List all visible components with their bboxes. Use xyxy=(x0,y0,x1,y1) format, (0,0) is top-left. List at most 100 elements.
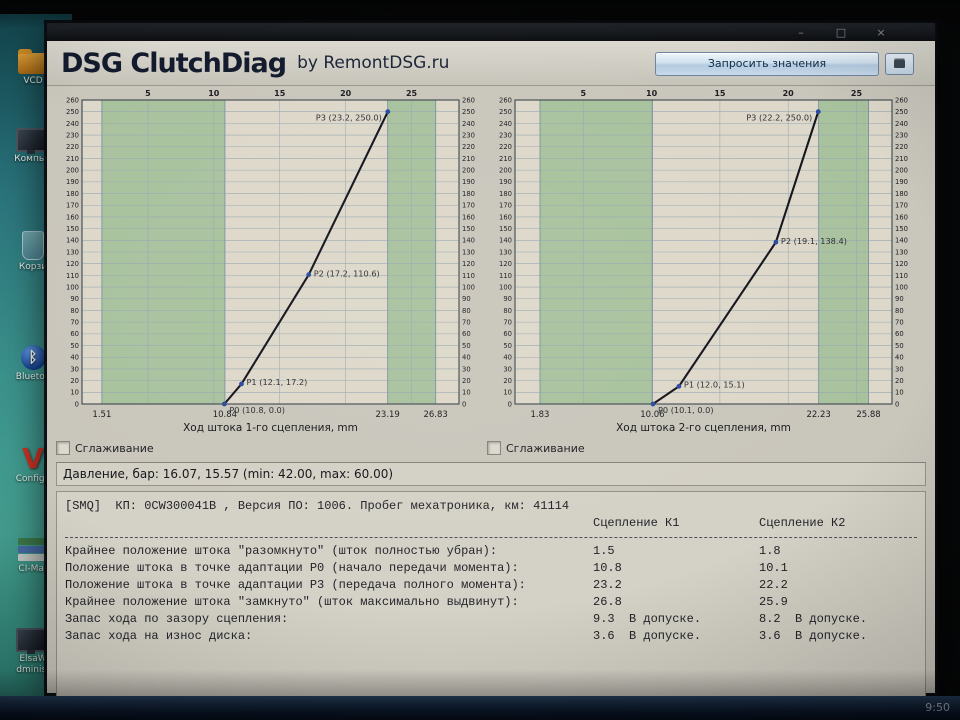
x-axis-title: Ход штока 2-го сцепления, mm xyxy=(616,422,791,434)
close-button[interactable]: × xyxy=(869,26,893,39)
y-axis-tick-label-left: 210 xyxy=(66,155,79,163)
maximize-button[interactable]: □ xyxy=(829,26,853,39)
y-axis-tick-label-left: 120 xyxy=(66,260,79,268)
computer-icon xyxy=(16,628,50,654)
y-axis-tick-label-right: 90 xyxy=(462,295,471,303)
smoothing-label-left: Сглаживание xyxy=(75,441,154,455)
y-axis-tick-label-left: 30 xyxy=(503,365,512,373)
y-axis-tick-label-right: 90 xyxy=(895,295,904,303)
y-axis-tick-label-left: 160 xyxy=(499,213,512,221)
vcds-icon: V xyxy=(22,442,44,475)
y-axis-tick-label-right: 60 xyxy=(895,330,904,338)
y-axis-tick-label-right: 10 xyxy=(462,389,471,397)
x-axis-top-tick-label: 10 xyxy=(646,89,658,98)
y-axis-tick-label-left: 190 xyxy=(66,178,79,186)
y-axis-tick-label-right: 0 xyxy=(895,400,899,408)
y-axis-tick-label-right: 210 xyxy=(462,155,475,163)
y-axis-tick-label-right: 50 xyxy=(895,342,904,350)
data-point-label-P0: P0 (10.8, 0.0) xyxy=(229,405,285,415)
y-axis-tick-label-left: 240 xyxy=(499,120,512,128)
computer-icon xyxy=(16,128,50,154)
y-axis-tick-label-right: 0 xyxy=(462,400,466,408)
y-axis-tick-label-left: 120 xyxy=(499,260,512,268)
desktop-icon-label: ElsaW xyxy=(19,654,47,664)
pressure-text: Давление, бар: 16.07, 15.57 (min: 42.00,… xyxy=(63,467,394,481)
request-values-button[interactable]: Запросить значения xyxy=(655,52,879,76)
y-axis-tick-label-right: 140 xyxy=(895,237,908,245)
y-axis-tick-label-right: 210 xyxy=(895,155,908,163)
desktop-icon-label2: dminist xyxy=(16,665,50,675)
y-axis-tick-label-left: 80 xyxy=(503,307,512,315)
y-axis-tick-label-left: 60 xyxy=(503,330,512,338)
app-subtitle: by RemontDSG.ru xyxy=(297,53,450,73)
y-axis-tick-label-left: 110 xyxy=(66,272,79,280)
y-axis-tick-label-left: 70 xyxy=(503,319,512,327)
data-point-label-P3: P3 (22.2, 250.0) xyxy=(746,113,812,123)
y-axis-tick-label-right: 110 xyxy=(895,272,908,280)
smoothing-right: Сглаживание xyxy=(487,441,918,455)
diagnostic-report-textarea[interactable]: [SMQ] КП: 0CW300041B , Версия ПО: 1006. … xyxy=(56,491,926,703)
data-point-label-P1: P1 (12.1, 17.2) xyxy=(247,377,308,387)
y-axis-tick-label-right: 260 xyxy=(895,96,908,104)
y-axis-tick-label-left: 10 xyxy=(503,389,512,397)
y-axis-tick-label-left: 260 xyxy=(499,96,512,104)
recycle-bin-icon xyxy=(22,231,44,260)
smoothing-checkbox-left[interactable] xyxy=(56,441,70,455)
data-point-P3 xyxy=(815,109,821,115)
y-axis-tick-label-right: 150 xyxy=(895,225,908,233)
y-axis-tick-label-left: 160 xyxy=(66,213,79,221)
window-titlebar: – □ × xyxy=(47,23,935,41)
x-axis-top-tick-label: 5 xyxy=(145,89,151,98)
data-point-P3 xyxy=(385,109,391,115)
x-axis-top-tick-label: 15 xyxy=(714,89,726,98)
x-axis-top-tick-label: 20 xyxy=(340,89,352,98)
y-axis-tick-label-right: 220 xyxy=(462,143,475,151)
y-axis-tick-label-right: 80 xyxy=(895,307,904,315)
photo-of-laptop-screen: VCD Компью Корзи ᛒ Bluetoo V Configu CI-… xyxy=(0,0,960,720)
y-axis-tick-label-left: 0 xyxy=(508,400,512,408)
y-axis-tick-label-right: 10 xyxy=(895,389,904,397)
dashed-separator xyxy=(65,537,917,538)
y-axis-tick-label-left: 210 xyxy=(499,155,512,163)
minimize-button[interactable]: – xyxy=(789,26,813,39)
col-header-k1: Сцепление К1 xyxy=(593,516,680,530)
y-axis-tick-label-left: 150 xyxy=(66,225,79,233)
y-axis-tick-label-left: 230 xyxy=(66,131,79,139)
taskbar-clock: 9:50 xyxy=(925,701,950,714)
y-axis-tick-label-right: 30 xyxy=(462,365,471,373)
y-axis-tick-label-left: 60 xyxy=(70,330,79,338)
y-axis-tick-label-left: 250 xyxy=(66,108,79,116)
report-row: Крайнее положение штока "замкнуто" (шток… xyxy=(65,595,788,609)
y-axis-tick-label-left: 50 xyxy=(503,342,512,350)
app-title: DSG ClutchDiag xyxy=(61,47,287,79)
y-axis-tick-label-right: 130 xyxy=(462,248,475,256)
report-row: Запас хода на износ диска: 3.6 В допуске.… xyxy=(65,629,868,643)
y-axis-tick-label-right: 200 xyxy=(462,167,475,175)
y-axis-tick-label-right: 80 xyxy=(462,307,471,315)
y-axis-tick-label-left: 110 xyxy=(499,272,512,280)
y-axis-tick-label-right: 240 xyxy=(895,120,908,128)
y-axis-tick-label-left: 70 xyxy=(70,319,79,327)
y-axis-tick-label-right: 100 xyxy=(462,283,475,291)
zone-boundary-label: 1.83 xyxy=(531,410,550,420)
data-point-P1 xyxy=(676,383,682,389)
y-axis-tick-label-left: 260 xyxy=(66,96,79,104)
y-axis-tick-label-left: 20 xyxy=(70,377,79,385)
charts-row: 0 0 10 10 20 20 30 30 40 40 50 50 60 60 70 70 80 80 90 90 10… xyxy=(47,86,935,438)
zone-boundary-label: 22.23 xyxy=(806,410,830,420)
x-axis-title: Ход штока 1-го сцепления, mm xyxy=(183,422,358,434)
bluetooth-icon: ᛒ xyxy=(20,345,46,370)
y-axis-tick-label-left: 90 xyxy=(70,295,79,303)
y-axis-tick-label-left: 130 xyxy=(66,248,79,256)
zone-boundary-label: 23.19 xyxy=(376,410,400,420)
y-axis-tick-label-right: 20 xyxy=(462,377,471,385)
y-axis-tick-label-left: 170 xyxy=(499,202,512,210)
y-axis-tick-label-left: 140 xyxy=(66,237,79,245)
y-axis-tick-label-right: 250 xyxy=(462,108,475,116)
smoothing-checkbox-right[interactable] xyxy=(487,441,501,455)
aux-button[interactable] xyxy=(885,53,914,75)
data-point-P2 xyxy=(306,272,312,278)
smoothing-controls-row: Сглаживание Сглаживание xyxy=(47,438,935,458)
data-point-P2 xyxy=(773,239,779,245)
y-axis-tick-label-left: 80 xyxy=(70,307,79,315)
